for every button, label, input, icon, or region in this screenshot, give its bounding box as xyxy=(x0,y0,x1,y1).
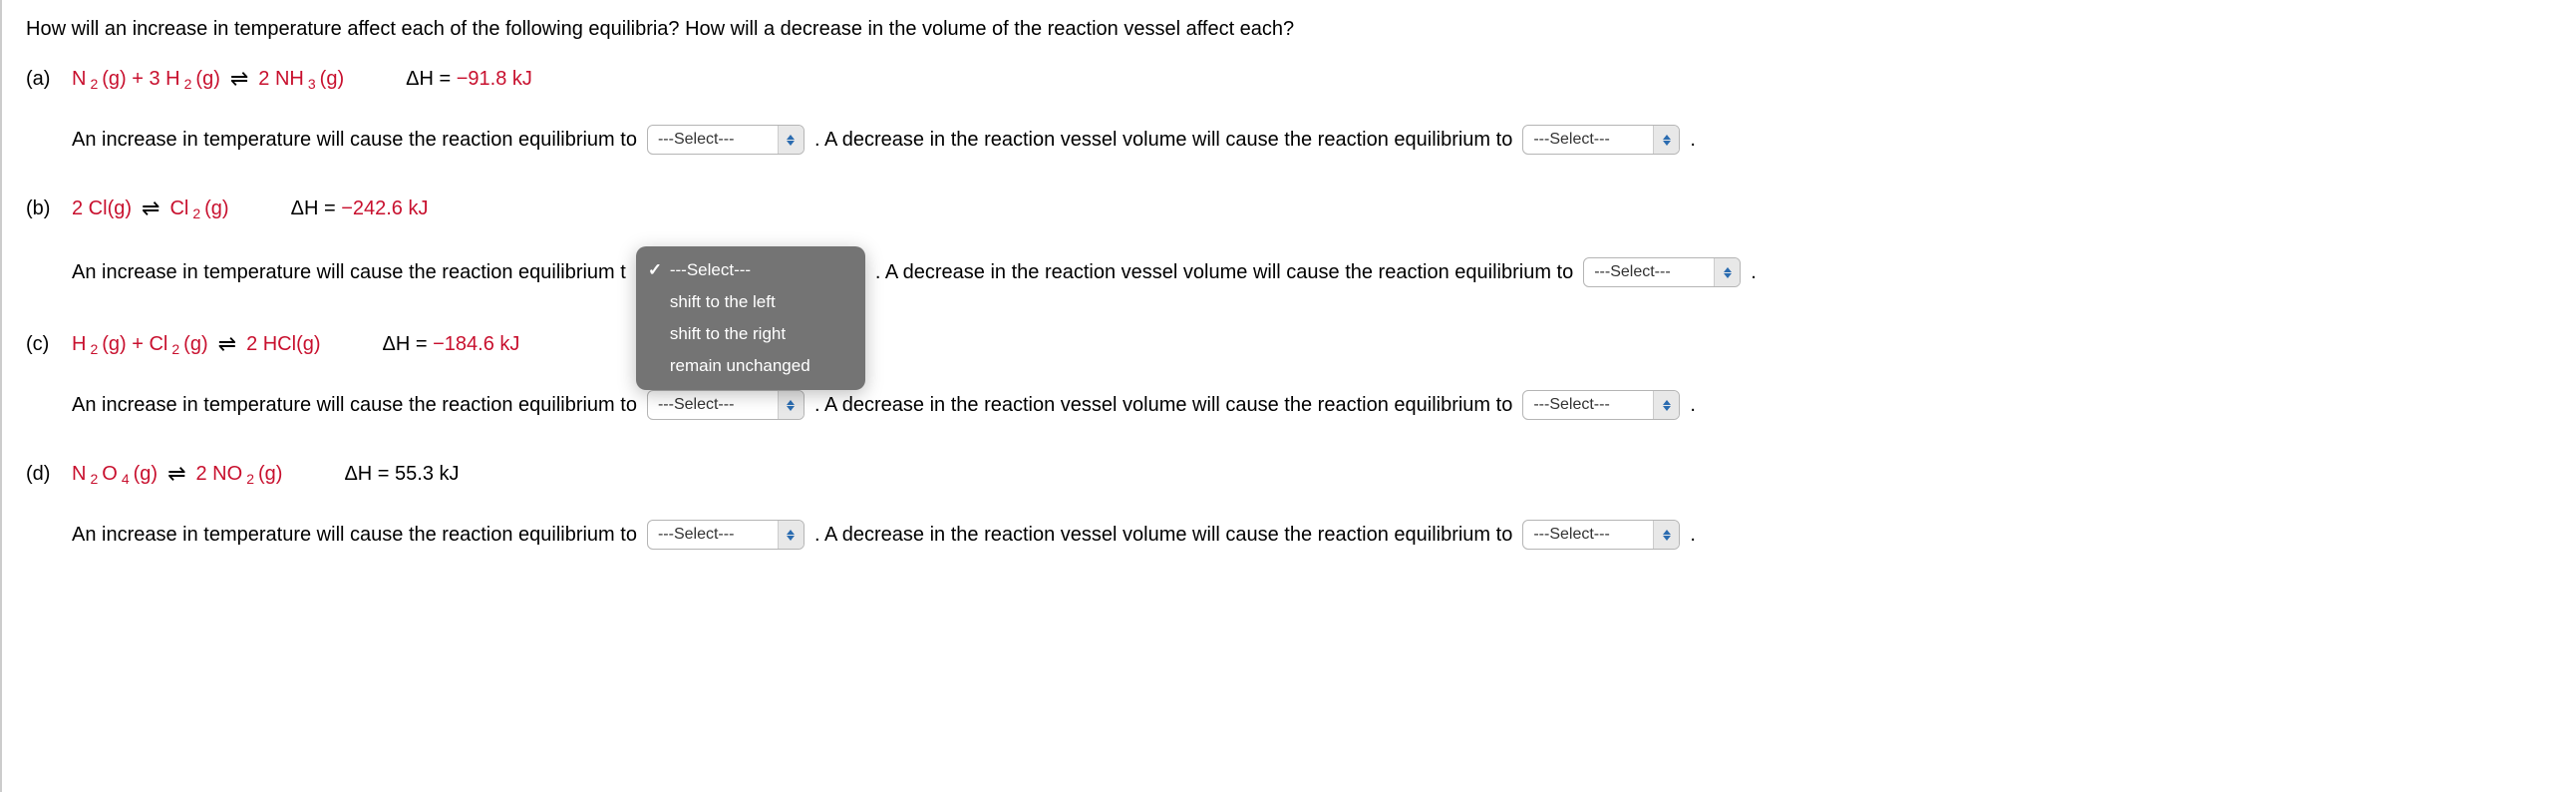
select-placeholder: ---Select--- xyxy=(1523,526,1653,544)
eq-sub: 2 xyxy=(90,471,98,487)
part-d: (d) N2O4(g) ⇌ 2 NO2(g) ΔH = 55.3 kJ An i… xyxy=(26,460,2552,550)
delta-h-b: ΔH = −242.6 kJ xyxy=(291,198,429,220)
stepper-icon xyxy=(778,391,804,419)
eq-text: 2 NH xyxy=(258,68,304,91)
dh-label: ΔH = xyxy=(383,333,434,355)
dropdown-option-unchanged[interactable]: remain unchanged xyxy=(636,350,865,382)
eq-text: (g) xyxy=(258,463,282,486)
select-placeholder: ---Select--- xyxy=(648,131,778,149)
dh-value: −184.6 kJ xyxy=(433,333,519,355)
select-b-vol[interactable]: ---Select--- xyxy=(1583,257,1741,287)
vol-sentence: . A decrease in the reaction vessel volu… xyxy=(875,261,1573,284)
select-d-temp[interactable]: ---Select--- xyxy=(647,520,805,550)
eq-text: 2 NO xyxy=(196,463,243,486)
dh-value: −91.8 kJ xyxy=(457,68,532,90)
part-label-c: (c) xyxy=(26,333,66,356)
eq-sub: 2 xyxy=(184,76,192,92)
period: . xyxy=(1690,394,1696,417)
eq-sub: 4 xyxy=(122,471,130,487)
eq-text: O xyxy=(102,463,118,486)
temp-sentence-truncated: An increase in temperature will cause th… xyxy=(72,261,626,284)
vol-sentence: . A decrease in the reaction vessel volu… xyxy=(814,394,1512,417)
eq-text: (g) xyxy=(195,68,219,91)
dh-value: −242.6 kJ xyxy=(341,198,428,219)
dropdown-menu[interactable]: ---Select--- shift to the left shift to … xyxy=(636,246,865,390)
period: . xyxy=(1751,261,1757,284)
part-label-a: (a) xyxy=(26,68,66,91)
stepper-icon xyxy=(778,521,804,549)
eq-sub: 2 xyxy=(192,205,200,221)
stepper-icon xyxy=(1653,521,1679,549)
equilibrium-arrow-icon: ⇌ xyxy=(167,461,185,487)
select-a-temp[interactable]: ---Select--- xyxy=(647,125,805,155)
question-intro: How will an increase in temperature affe… xyxy=(26,18,2552,41)
select-placeholder: ---Select--- xyxy=(648,396,778,414)
part-c: (c) H2(g) + Cl2(g) ⇌ 2 HCl(g) ΔH = −184.… xyxy=(26,330,2552,420)
delta-h-c: ΔH = −184.6 kJ xyxy=(383,333,520,356)
eq-text: N xyxy=(72,68,86,91)
equation-d: N2O4(g) ⇌ 2 NO2(g) xyxy=(72,460,282,486)
equation-c: H2(g) + Cl2(g) ⇌ 2 HCl(g) xyxy=(72,330,321,356)
eq-text: 2 HCl(g) xyxy=(246,333,320,356)
eq-text: (g) + Cl xyxy=(102,333,167,356)
stepper-icon xyxy=(778,126,804,154)
period: . xyxy=(1690,129,1696,152)
select-placeholder: ---Select--- xyxy=(1523,396,1653,414)
eq-text: (g) + 3 H xyxy=(102,68,179,91)
stepper-icon xyxy=(1714,258,1740,286)
eq-sub: 2 xyxy=(246,471,254,487)
dropdown-option-right[interactable]: shift to the right xyxy=(636,318,865,350)
eq-sub: 2 xyxy=(90,341,98,357)
select-a-vol[interactable]: ---Select--- xyxy=(1522,125,1680,155)
stepper-icon xyxy=(1653,126,1679,154)
temp-sentence: An increase in temperature will cause th… xyxy=(72,129,637,152)
eq-text: (g) xyxy=(183,333,207,356)
dropdown-option-placeholder[interactable]: ---Select--- xyxy=(636,254,865,286)
period: . xyxy=(1690,524,1696,547)
eq-text: Cl xyxy=(169,198,188,220)
dh-label: ΔH = xyxy=(344,463,395,485)
vol-sentence: . A decrease in the reaction vessel volu… xyxy=(814,129,1512,152)
eq-text: (g) xyxy=(134,463,158,486)
equilibrium-arrow-icon: ⇌ xyxy=(142,196,160,221)
delta-h-d: ΔH = 55.3 kJ xyxy=(344,463,459,486)
eq-sub: 3 xyxy=(308,76,316,92)
select-placeholder: ---Select--- xyxy=(1584,263,1714,281)
eq-text: (g) xyxy=(204,198,228,220)
select-d-vol[interactable]: ---Select--- xyxy=(1522,520,1680,550)
temp-sentence: An increase in temperature will cause th… xyxy=(72,524,637,547)
eq-sub: 2 xyxy=(90,76,98,92)
eq-text: 2 Cl(g) xyxy=(72,198,132,220)
eq-text: N xyxy=(72,463,86,486)
delta-h-a: ΔH = −91.8 kJ xyxy=(406,68,532,91)
part-label-b: (b) xyxy=(26,198,66,220)
dh-label: ΔH = xyxy=(406,68,457,90)
eq-sub: 2 xyxy=(171,341,179,357)
eq-text: H xyxy=(72,333,86,356)
dh-label: ΔH = xyxy=(291,198,342,219)
vol-sentence: . A decrease in the reaction vessel volu… xyxy=(814,524,1512,547)
select-c-vol[interactable]: ---Select--- xyxy=(1522,390,1680,420)
select-c-temp[interactable]: ---Select--- xyxy=(647,390,805,420)
stepper-icon xyxy=(1653,391,1679,419)
part-b: (b) 2 Cl(g) ⇌ Cl2(g) ΔH = −242.6 kJ An i… xyxy=(26,195,2552,290)
select-b-temp-wrap: ---Select--- shift to the left shift to … xyxy=(636,254,865,290)
equation-a: N2(g) + 3 H2(g) ⇌ 2 NH3(g) xyxy=(72,65,344,91)
equilibrium-arrow-icon: ⇌ xyxy=(218,331,236,357)
dh-value: 55.3 kJ xyxy=(395,463,459,485)
dropdown-option-left[interactable]: shift to the left xyxy=(636,286,865,318)
equilibrium-arrow-icon: ⇌ xyxy=(230,66,248,92)
part-a: (a) N2(g) + 3 H2(g) ⇌ 2 NH3(g) ΔH = −91.… xyxy=(26,65,2552,155)
equation-b: 2 Cl(g) ⇌ Cl2(g) xyxy=(72,195,229,220)
temp-sentence: An increase in temperature will cause th… xyxy=(72,394,637,417)
select-placeholder: ---Select--- xyxy=(648,526,778,544)
eq-text: (g) xyxy=(320,68,344,91)
part-label-d: (d) xyxy=(26,463,66,486)
select-placeholder: ---Select--- xyxy=(1523,131,1653,149)
